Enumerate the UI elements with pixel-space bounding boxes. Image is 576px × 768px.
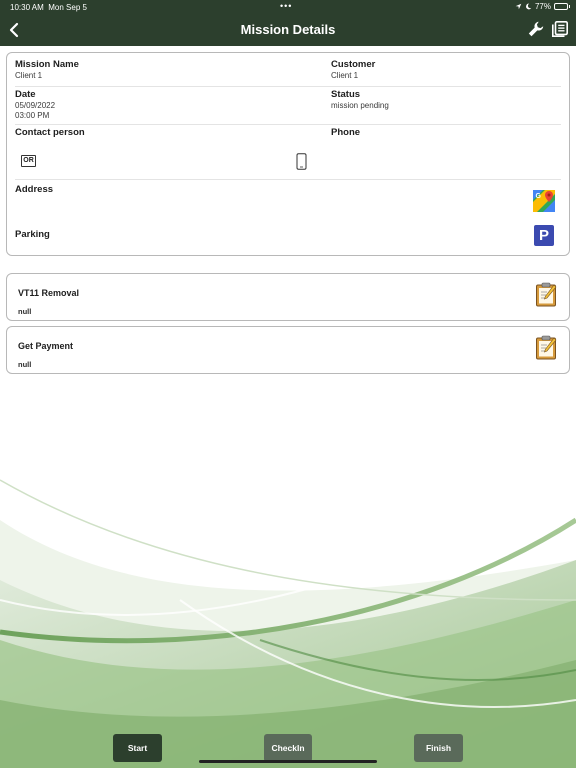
contact-cell: Contact person <box>15 127 85 139</box>
contact-row: Contact person Phone <box>15 126 561 180</box>
date-label: Date <box>15 89 36 100</box>
date-status-row: Date 05/09/2022 03:00 PM Status mission … <box>15 88 561 125</box>
battery-icon <box>554 3 570 10</box>
wrench-icon[interactable] <box>527 20 545 38</box>
task-card[interactable]: VT11 Removal null <box>6 273 570 321</box>
document-list-icon[interactable] <box>551 20 569 38</box>
parking-label: Parking <box>15 229 50 240</box>
phone-cell: Phone <box>331 127 360 139</box>
checkin-button[interactable]: CheckIn <box>264 734 312 762</box>
task-value: null <box>18 307 32 316</box>
home-indicator[interactable] <box>199 760 377 763</box>
contact-person-label: Contact person <box>15 127 85 138</box>
clipboard-edit-icon[interactable] <box>535 335 557 360</box>
task-card[interactable]: Get Payment null <box>6 326 570 374</box>
clipboard-edit-icon[interactable] <box>535 282 557 307</box>
mission-row: Mission Name Client 1 Customer Client 1 <box>15 59 561 87</box>
date-cell: Date 05/09/2022 03:00 PM <box>15 89 55 121</box>
task-label: Get Payment <box>18 341 74 351</box>
customer-value: Client 1 <box>331 71 359 80</box>
task-label: VT11 Removal <box>18 288 80 298</box>
nav-bar: Mission Details <box>0 14 576 46</box>
battery-percent: 77% <box>534 2 551 11</box>
status-time: 10:30 AM Mon Sep 5 <box>10 3 87 12</box>
parking-row: Parking <box>15 229 561 249</box>
status-bar: 10:30 AM Mon Sep 5 ••• 77% <box>0 0 576 14</box>
customer-label: Customer <box>331 59 376 70</box>
location-arrow-icon <box>515 3 522 10</box>
mission-name-cell: Mission Name Client 1 <box>15 59 79 81</box>
mission-name-label: Mission Name <box>15 59 79 70</box>
svg-text:G: G <box>536 193 542 200</box>
date-value: 05/09/2022 <box>15 101 56 110</box>
time-value: 03:00 PM <box>15 111 50 120</box>
status-label: Status <box>331 89 361 100</box>
status-cell: Status mission pending <box>331 89 389 111</box>
mission-details-card: Mission Name Client 1 Customer Client 1 … <box>6 52 570 256</box>
google-maps-icon[interactable]: G <box>533 190 555 212</box>
multitask-dots[interactable]: ••• <box>280 1 292 11</box>
finish-button[interactable]: Finish <box>414 734 463 762</box>
address-row: Address <box>15 184 561 214</box>
mobile-phone-icon[interactable] <box>296 153 307 170</box>
status-right: 77% <box>515 2 570 11</box>
phone-label: Phone <box>331 127 361 138</box>
parking-icon[interactable]: P <box>534 225 554 246</box>
customer-cell: Customer Client 1 <box>331 59 375 81</box>
start-button[interactable]: Start <box>113 734 162 762</box>
or-badge[interactable]: OR <box>21 155 36 167</box>
task-value: null <box>18 360 32 369</box>
address-label: Address <box>15 184 54 195</box>
status-value: mission pending <box>331 101 389 110</box>
page-title: Mission Details <box>240 22 336 37</box>
moon-icon <box>526 3 532 10</box>
mission-name-value: Client 1 <box>15 71 43 80</box>
